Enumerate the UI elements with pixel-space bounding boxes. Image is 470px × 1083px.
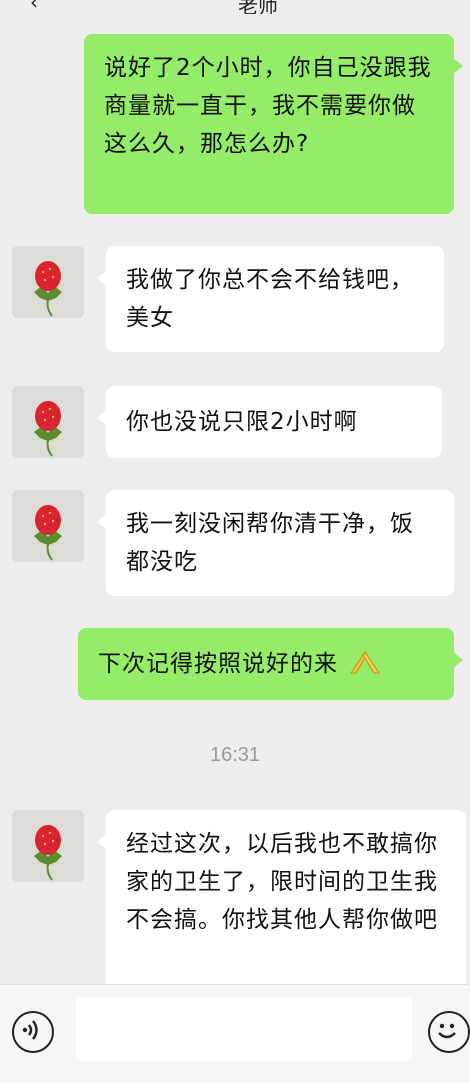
contact-avatar[interactable] [12,386,84,458]
contact-avatar[interactable] [12,246,84,318]
chat-header: ‹ 老师 [0,0,470,14]
message-text: 你也没说只限2小时啊 [126,409,358,435]
back-icon[interactable]: ‹ [30,0,38,14]
message-bubble-incoming[interactable]: 我一刻没闲帮你清干净，饭都没吃 [97,490,454,596]
message-input[interactable] [76,997,412,1061]
message-text: 说好了2个小时，你自己没跟我商量就一直干，我不需要你做这么久，那怎么办? [104,55,432,157]
message-bubble-incoming[interactable]: 经过这次，以后我也不敢搞你家的卫生了，限时间的卫生我不会搞。你找其他人帮你做吧 [97,810,466,984]
contact-avatar[interactable] [12,490,84,562]
praying-hands-icon [348,649,382,687]
voice-icon[interactable] [12,1011,54,1053]
message-bubble-incoming[interactable]: 你也没说只限2小时啊 [97,386,442,458]
message-text: 我一刻没闲帮你清干净，饭都没吃 [126,511,414,575]
message-text: 下次记得按照说好的来 [98,651,338,677]
message-bubble-outgoing[interactable]: 说好了2个小时，你自己没跟我商量就一直干，我不需要你做这么久，那怎么办? [84,34,463,214]
message-timestamp: 16:31 [209,744,261,766]
message-bubble-outgoing[interactable]: 下次记得按照说好的来 [78,628,463,700]
chat-title: 老师 [238,0,278,14]
smiley-icon[interactable] [428,1011,470,1053]
input-bar [0,984,470,1083]
message-bubble-incoming[interactable]: 我做了你总不会不给钱吧，美女 [97,246,444,352]
message-text: 我做了你总不会不给钱吧，美女 [126,267,414,331]
contact-avatar[interactable] [12,810,84,882]
message-text: 经过这次，以后我也不敢搞你家的卫生了，限时间的卫生我不会搞。你找其他人帮你做吧 [126,831,438,933]
